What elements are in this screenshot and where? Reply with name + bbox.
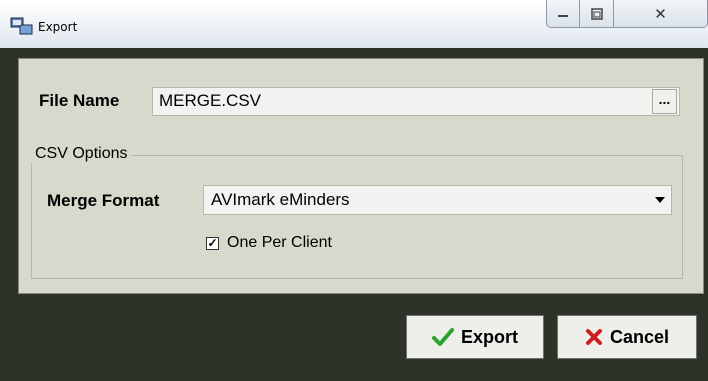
- export-button[interactable]: Export: [406, 315, 544, 359]
- cancel-button[interactable]: Cancel: [557, 315, 697, 359]
- minimize-button[interactable]: [546, 0, 580, 28]
- x-icon: [585, 329, 602, 345]
- one-per-client-label[interactable]: One Per Client: [227, 234, 332, 252]
- file-name-label: File Name: [39, 91, 120, 110]
- close-icon: ✕: [654, 4, 667, 23]
- window-title: Export: [38, 20, 78, 34]
- merge-format-value: AVImark eMinders: [211, 190, 350, 209]
- file-name-input[interactable]: MERGE.CSV: [152, 87, 680, 116]
- one-per-client-checkbox[interactable]: ✓: [206, 237, 219, 250]
- csv-options-legend: CSV Options: [31, 145, 132, 163]
- checkmark-glyph-icon: ✓: [207, 236, 218, 250]
- maximize-button[interactable]: [580, 0, 614, 28]
- close-button[interactable]: ✕: [614, 0, 708, 28]
- dialog-panel: File Name MERGE.CSV ... CSV Options Merg…: [18, 58, 704, 294]
- dropdown-arrow-icon[interactable]: [655, 197, 665, 203]
- merge-format-dropdown[interactable]: AVImark eMinders: [203, 185, 672, 215]
- merge-format-label: Merge Format: [47, 191, 160, 210]
- caption-buttons: ✕: [546, 0, 708, 32]
- minimize-icon: [558, 14, 568, 17]
- cancel-button-label: Cancel: [609, 326, 670, 347]
- export-button-label: Export: [460, 326, 518, 347]
- checkmark-icon: [431, 328, 454, 346]
- ellipsis-icon: ...: [658, 91, 671, 107]
- title-bar[interactable]: Export ✕: [0, 0, 708, 48]
- maximize-icon: [590, 7, 603, 20]
- browse-button[interactable]: ...: [652, 89, 677, 114]
- csv-options-group: [31, 155, 683, 279]
- file-name-value: MERGE.CSV: [159, 91, 262, 110]
- export-app-icon: [10, 17, 33, 35]
